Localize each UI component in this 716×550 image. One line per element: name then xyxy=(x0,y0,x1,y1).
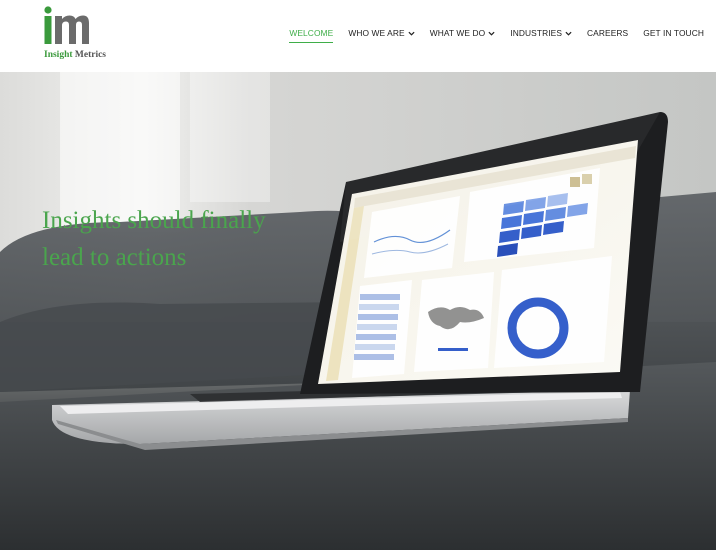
nav-item-welcome[interactable]: WELCOME xyxy=(289,28,334,43)
site-logo[interactable]: Insight Metrics xyxy=(43,6,111,60)
logo-word-insight: Insight xyxy=(44,50,73,60)
nav-item-industries[interactable]: INDUSTRIES xyxy=(510,28,572,38)
hero-headline: Insights should finally lead to actions xyxy=(42,202,342,276)
site-header: Insight Metrics WELCOME WHO WE ARE WHAT … xyxy=(0,0,716,72)
hero-banner: Insights should finally lead to actions xyxy=(0,72,716,550)
chevron-down-icon xyxy=(408,31,415,36)
hero-headline-line2: lead to actions xyxy=(42,244,187,271)
nav-item-careers-label: CAREERS xyxy=(587,28,629,38)
logo-word-metrics: Metrics xyxy=(74,50,107,60)
main-nav: WELCOME WHO WE ARE WHAT WE DO INDUSTRIES… xyxy=(274,28,704,43)
nav-item-who-we-are[interactable]: WHO WE ARE xyxy=(348,28,415,38)
nav-item-get-in-touch-label: GET IN TOUCH xyxy=(643,28,704,38)
chevron-down-icon xyxy=(565,31,572,36)
nav-item-industries-label: INDUSTRIES xyxy=(510,28,563,38)
chevron-down-icon xyxy=(488,31,495,36)
nav-item-careers[interactable]: CAREERS xyxy=(587,28,628,38)
hero-headline-line1: Insights should finally xyxy=(42,207,266,234)
nav-item-get-in-touch[interactable]: GET IN TOUCH xyxy=(643,28,704,38)
nav-item-what-we-do[interactable]: WHAT WE DO xyxy=(430,28,496,38)
nav-item-who-we-are-label: WHO WE ARE xyxy=(348,28,405,38)
logo-im-icon xyxy=(44,6,89,44)
logo-wordmark: Insight Metrics xyxy=(44,50,106,60)
nav-item-welcome-label: WELCOME xyxy=(289,28,334,38)
nav-item-what-we-do-label: WHAT WE DO xyxy=(429,28,486,38)
laptop-dashboard-image xyxy=(0,72,716,550)
